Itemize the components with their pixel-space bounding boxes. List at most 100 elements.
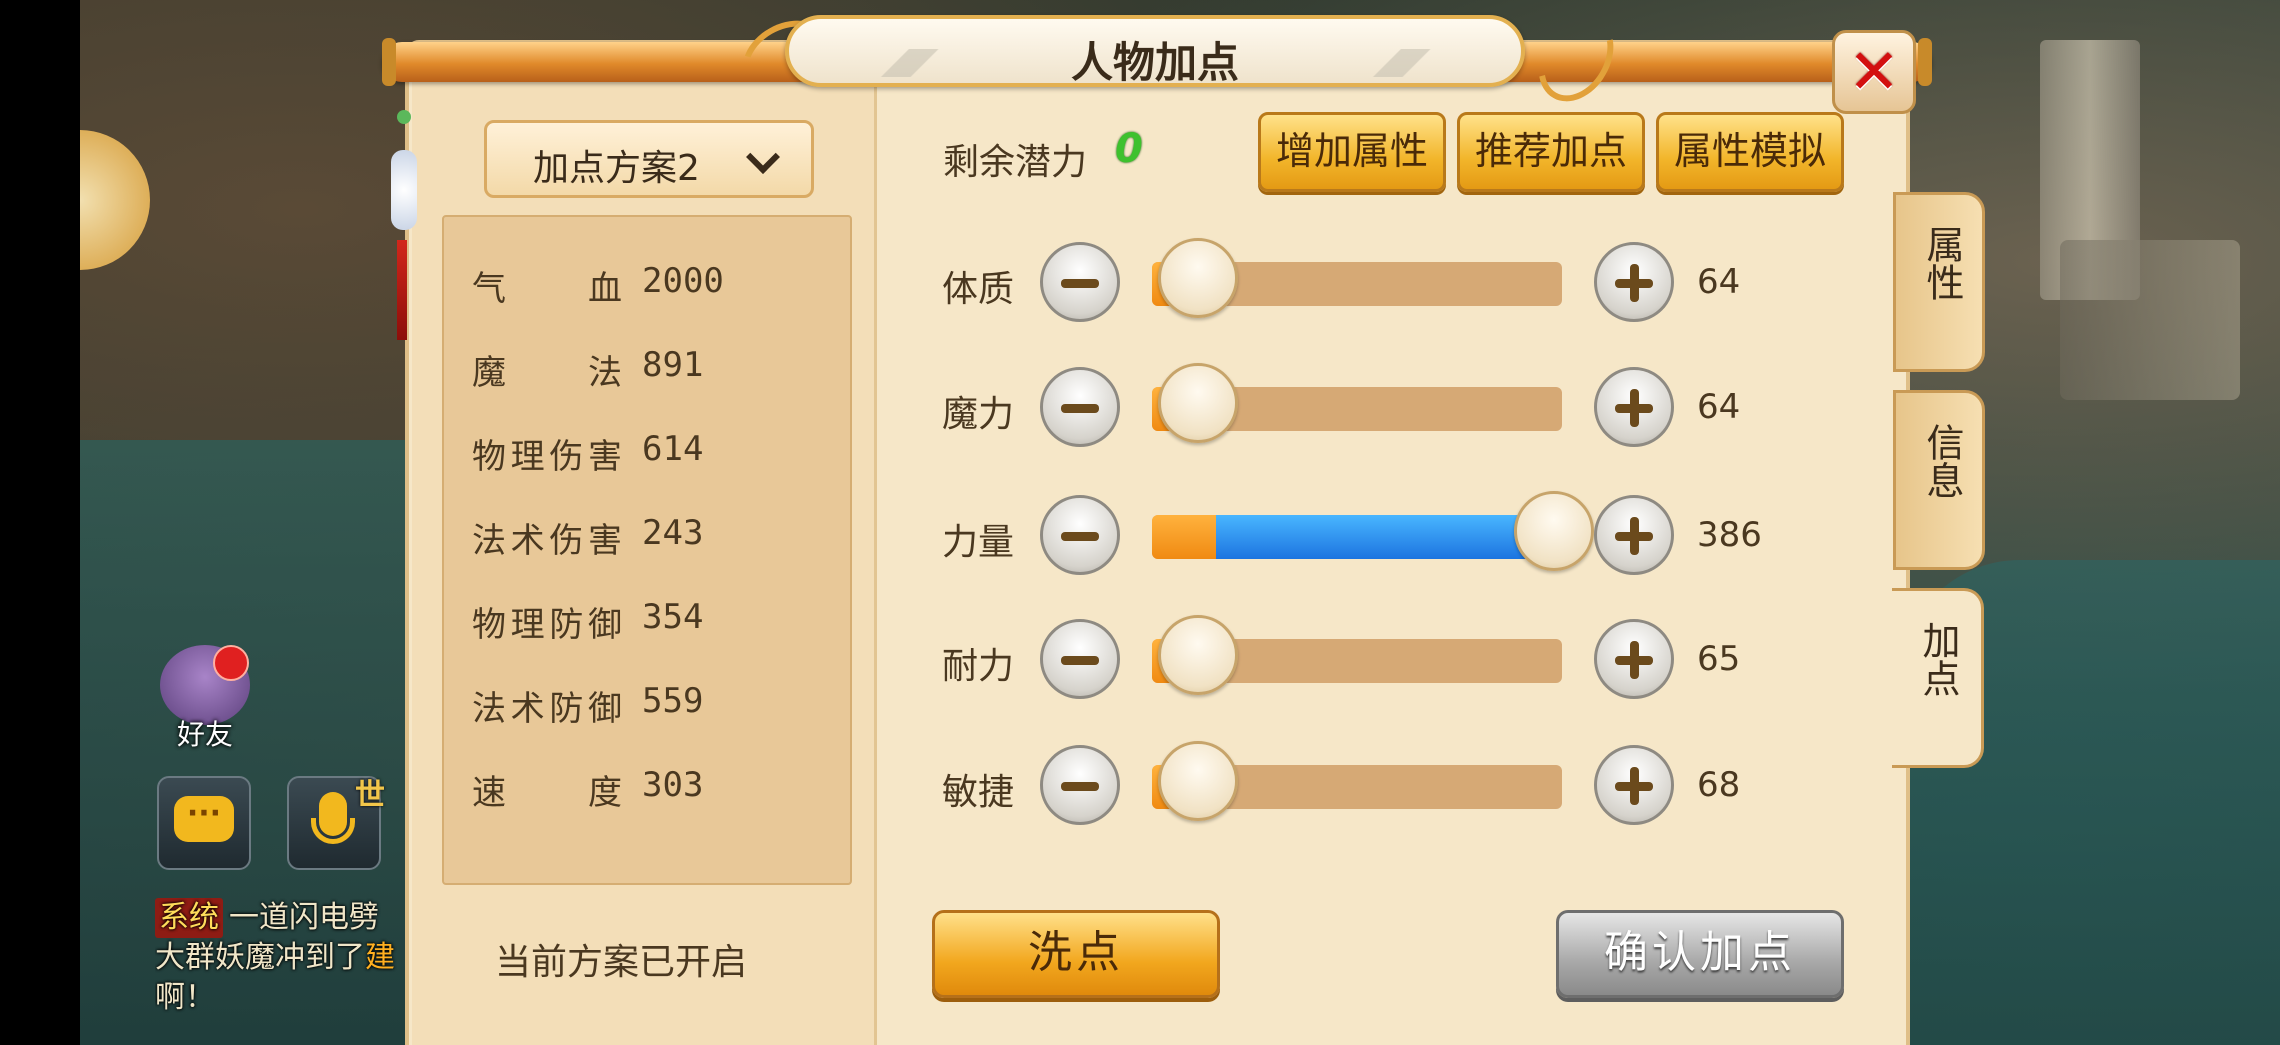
minus-button[interactable]: [1040, 242, 1120, 322]
plus-icon: [1630, 767, 1639, 805]
plus-button[interactable]: [1594, 619, 1674, 699]
tab-info[interactable]: 信息: [1893, 390, 1985, 570]
attribute-value: 386: [1697, 515, 1762, 555]
potential-label: 剩余潜力: [943, 142, 1088, 183]
wash-points-button[interactable]: 洗点: [932, 910, 1220, 998]
plus-icon: [1630, 517, 1639, 555]
tab-add-points[interactable]: 加点: [1892, 588, 1984, 768]
chat-log[interactable]: 系统 一道闪电劈 大群妖魔冲到了建 啊！: [155, 898, 410, 1018]
plus-button[interactable]: [1594, 367, 1674, 447]
stat-row: 速 度 303: [472, 765, 842, 825]
plus-button[interactable]: [1594, 242, 1674, 322]
stat-row: 物理防御 354: [472, 597, 842, 657]
minus-icon: [1061, 656, 1099, 665]
joystick-wheel[interactable]: [80, 130, 150, 270]
system-tag: 系统: [155, 898, 223, 938]
friend-button[interactable]: 好友: [155, 645, 255, 755]
recommend-points-button[interactable]: 推荐加点: [1457, 112, 1645, 192]
stat-row: 气 血 2000: [472, 261, 842, 321]
confirm-points-button[interactable]: 确认加点: [1556, 910, 1844, 998]
stat-row: 法术伤害 243: [472, 513, 842, 573]
stats-list: 气 血 2000 魔 法 891 物理伤害 614 法术伤害 243 物理防御 …: [442, 215, 852, 885]
close-icon: ✕: [1848, 35, 1900, 108]
scheme-dropdown[interactable]: 加点方案2: [484, 120, 814, 198]
slider-knob[interactable]: [1158, 615, 1238, 695]
slider-knob[interactable]: [1158, 238, 1238, 318]
tab-label: 属性: [1920, 225, 1964, 301]
stat-label: 物理防御: [472, 605, 622, 645]
chat-button[interactable]: ···: [157, 776, 251, 870]
attribute-value: 64: [1697, 262, 1741, 302]
scheme-status: 当前方案已开启: [495, 942, 748, 983]
minus-button[interactable]: [1040, 367, 1120, 447]
attribute-row: 体质 64: [942, 238, 1842, 330]
tab-label: 加点: [1916, 621, 1960, 697]
plus-icon: [1630, 641, 1639, 679]
slider-knob[interactable]: [1158, 741, 1238, 821]
stat-label: 法术防御: [472, 689, 622, 729]
minus-button[interactable]: [1040, 745, 1120, 825]
friend-label: 好友: [176, 718, 233, 751]
chevron-down-icon: [746, 140, 780, 174]
world-channel-badge: 世: [355, 778, 385, 813]
voice-button[interactable]: 世: [287, 776, 385, 870]
chat-line: 一道闪电劈: [229, 900, 379, 935]
stat-row: 法术防御 559: [472, 681, 842, 741]
stat-label: 气 血: [472, 269, 622, 309]
attribute-row: 敏捷 68: [942, 741, 1842, 833]
minus-icon: [1061, 404, 1099, 413]
stat-value: 2000: [642, 261, 724, 301]
tab-label: 信息: [1920, 423, 1964, 499]
stat-value: 303: [642, 765, 704, 805]
attribute-label: 体质: [942, 269, 1015, 310]
stat-row: 魔 法 891: [472, 345, 842, 405]
title-plate: 人物加点: [785, 15, 1525, 87]
minus-button[interactable]: [1040, 619, 1120, 699]
stat-row: 物理伤害 614: [472, 429, 842, 489]
stat-value: 354: [642, 597, 704, 637]
attribute-slider[interactable]: [1152, 515, 1562, 559]
minus-button[interactable]: [1040, 495, 1120, 575]
slider-knob[interactable]: [1158, 363, 1238, 443]
slider-fill: [1216, 515, 1554, 559]
stat-label: 物理伤害: [472, 437, 622, 477]
plus-icon: [1630, 389, 1639, 427]
minus-icon: [1061, 532, 1099, 541]
attribute-row: 魔力 64: [942, 363, 1842, 455]
attribute-label: 耐力: [942, 646, 1015, 687]
chat-highlight: 建: [365, 940, 395, 975]
attribute-label: 敏捷: [942, 772, 1015, 813]
attribute-label: 魔力: [942, 394, 1015, 435]
attribute-row: 耐力 65: [942, 615, 1842, 707]
chat-bubble-icon: ···: [174, 796, 234, 842]
stat-value: 614: [642, 429, 704, 469]
close-button[interactable]: ✕: [1832, 30, 1916, 114]
stat-value: 243: [642, 513, 704, 553]
attribute-value: 65: [1697, 639, 1741, 679]
stat-value: 891: [642, 345, 704, 385]
notification-dot: [213, 645, 249, 681]
window-title: 人物加点: [1070, 38, 1239, 87]
chat-line: 啊！: [155, 980, 215, 1015]
plus-button[interactable]: [1594, 495, 1674, 575]
stat-label: 魔 法: [472, 353, 622, 393]
scheme-label: 加点方案2: [533, 148, 700, 189]
minus-icon: [1061, 782, 1099, 791]
add-attribute-button[interactable]: 增加属性: [1258, 112, 1446, 192]
attribute-value: 64: [1697, 387, 1741, 427]
minus-icon: [1061, 279, 1099, 288]
stat-value: 559: [642, 681, 704, 721]
potential-value: 0: [1115, 126, 1143, 172]
plus-icon: [1630, 264, 1639, 302]
decorative-tassel: [391, 110, 417, 340]
plus-button[interactable]: [1594, 745, 1674, 825]
attribute-label: 力量: [942, 522, 1015, 563]
tab-attributes[interactable]: 属性: [1893, 192, 1985, 372]
attribute-row: 力量 386: [942, 491, 1842, 583]
stat-label: 速 度: [472, 773, 622, 813]
attribute-simulate-button[interactable]: 属性模拟: [1656, 112, 1844, 192]
pane-divider: [874, 82, 877, 1045]
attribute-value: 68: [1697, 765, 1741, 805]
stone-wall: [2060, 240, 2240, 400]
slider-knob[interactable]: [1514, 491, 1594, 571]
